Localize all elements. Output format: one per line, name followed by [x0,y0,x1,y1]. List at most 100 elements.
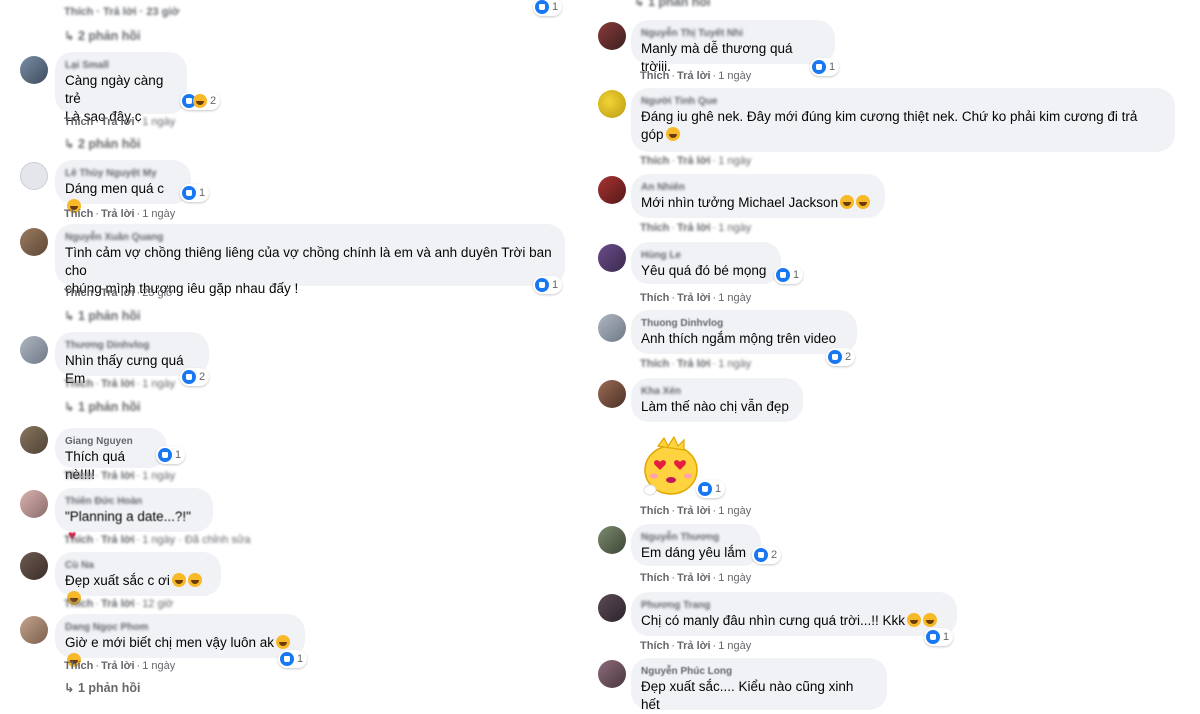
reply-link[interactable]: Trả lời [677,155,711,167]
comment-author[interactable]: Nguyễn Xuân Quang [65,231,553,244]
comment-author[interactable]: Nguyễn Thị Tuyết Nhi [641,27,823,40]
like-link[interactable]: Thích [640,222,669,234]
like-link[interactable]: Thích [64,208,93,220]
timestamp[interactable]: 1 ngày [718,572,751,584]
comment-author[interactable]: Thiên Đức Hoàn [65,495,201,508]
timestamp[interactable]: 1 ngày [142,660,175,672]
timestamp[interactable]: 1 ngày [142,208,175,220]
comment-author[interactable]: Kha Xén [641,385,791,398]
reaction-summary[interactable]: 1 [810,58,840,76]
timestamp[interactable]: 1 ngày [718,358,751,370]
comment-author[interactable]: Giang Nguyen [65,435,155,448]
view-replies-link[interactable]: ↳ 1 phản hồi [64,680,140,695]
comment-author[interactable]: Người Tinh Que [641,95,1163,108]
view-replies-link[interactable]: ↳ 2 phản hồi [64,136,140,151]
reply-link[interactable]: Trả lời [677,70,711,82]
timestamp[interactable]: 1 ngày [718,70,751,82]
timestamp[interactable]: 12 giờ [142,598,173,610]
reply-link[interactable]: Trả lời [677,292,711,304]
timestamp[interactable]: 1 ngày [142,378,175,390]
reply-link[interactable]: Trả lời [677,358,711,370]
like-link[interactable]: Thích [640,155,669,167]
reply-link[interactable]: Trả lời [101,598,135,610]
like-link[interactable]: Thích [64,470,93,482]
like-link[interactable]: Thích [64,378,93,390]
like-link[interactable]: Thích [640,505,669,517]
reaction-summary[interactable]: 2 [826,348,856,366]
like-link[interactable]: Thích [640,640,669,652]
reply-link[interactable]: Trả lời [101,116,135,128]
avatar[interactable] [20,426,48,454]
comment-author[interactable]: Phương Trang [641,599,945,612]
comment-author[interactable]: Nguyễn Phúc Long [641,665,875,678]
avatar[interactable] [598,380,626,408]
timestamp[interactable]: 1 ngày [718,222,751,234]
like-link[interactable]: Thích [640,292,669,304]
reply-link[interactable]: Trả lời [677,572,711,584]
reaction-summary[interactable]: 1 [156,446,186,464]
reaction-summary[interactable]: 1 [696,480,726,498]
avatar[interactable] [20,336,48,364]
reply-link[interactable]: Trả lời [677,505,711,517]
avatar[interactable] [598,526,626,554]
avatar[interactable] [20,162,48,190]
avatar[interactable] [598,314,626,342]
comment-author[interactable]: Lê Thùy Nguyệt My [65,167,179,180]
timestamp[interactable]: 1 ngày [718,292,751,304]
like-link[interactable]: Thích [640,572,669,584]
avatar[interactable] [598,22,626,50]
reaction-summary[interactable]: 2 [180,92,221,110]
timestamp[interactable]: 1 ngày · Đã chỉnh sửa [142,534,250,546]
comment-author[interactable]: Cù Na [65,559,209,572]
avatar[interactable] [20,552,48,580]
reaction-summary[interactable]: 1 [774,266,804,284]
timestamp[interactable]: 1 ngày [142,470,175,482]
comment-author[interactable]: Thuong Dinhvlog [641,317,845,330]
reaction-summary[interactable]: 1 [278,650,308,668]
view-replies-link[interactable]: ↳ 2 phản hồi [64,28,140,43]
avatar[interactable] [20,616,48,644]
reply-link[interactable]: Trả lời [101,287,135,299]
avatar[interactable] [598,176,626,204]
like-link[interactable]: Thích [64,287,93,299]
reaction-summary[interactable]: 2 [752,546,782,564]
view-replies-link[interactable]: ↳ 1 phản hồi [634,0,710,9]
like-link[interactable]: Thích [640,358,669,370]
reaction-summary[interactable]: 1 [924,628,954,646]
timestamp[interactable]: 1 ngày [718,155,751,167]
comment-author[interactable]: Lại Small [65,59,175,72]
avatar[interactable] [20,56,48,84]
reaction-summary[interactable]: 1 [180,184,210,202]
reply-link[interactable]: Trả lời [677,640,711,652]
reaction-summary[interactable]: 1 [533,276,563,294]
timestamp[interactable]: 1 ngày [142,116,175,128]
reply-link[interactable]: Trả lời [677,222,711,234]
reaction-summary[interactable]: 2 [180,368,210,386]
like-link[interactable]: Thích [64,660,93,672]
timestamp[interactable]: 23 giờ [142,287,173,299]
like-link[interactable]: Thích [64,116,93,128]
timestamp[interactable]: 1 ngày [718,640,751,652]
reply-link[interactable]: Trả lời [101,534,135,546]
comment-author[interactable]: Thương Dinhvlog [65,339,197,352]
like-link[interactable]: Thích [64,534,93,546]
like-link[interactable]: Thích [64,598,93,610]
avatar[interactable] [20,228,48,256]
avatar[interactable] [598,90,626,118]
reply-link[interactable]: Trả lời [101,208,135,220]
reaction-summary[interactable]: 1 [533,0,563,16]
avatar[interactable] [20,490,48,518]
comment-author[interactable]: An Nhiên [641,181,873,194]
reply-link[interactable]: Trả lời [101,378,135,390]
comment-author[interactable]: Hùng Le [641,249,769,262]
like-link[interactable]: Thích [640,70,669,82]
avatar[interactable] [598,244,626,272]
comment-author[interactable]: Nguyễn Thương [641,531,749,544]
reply-link[interactable]: Trả lời [101,470,135,482]
comment-author[interactable]: Dang Ngọc Phom [65,621,293,634]
reply-link[interactable]: Trả lời [101,660,135,672]
avatar[interactable] [598,594,626,622]
avatar[interactable] [598,660,626,688]
timestamp[interactable]: 1 ngày [718,505,751,517]
view-replies-link[interactable]: ↳ 1 phản hồi [64,399,140,414]
